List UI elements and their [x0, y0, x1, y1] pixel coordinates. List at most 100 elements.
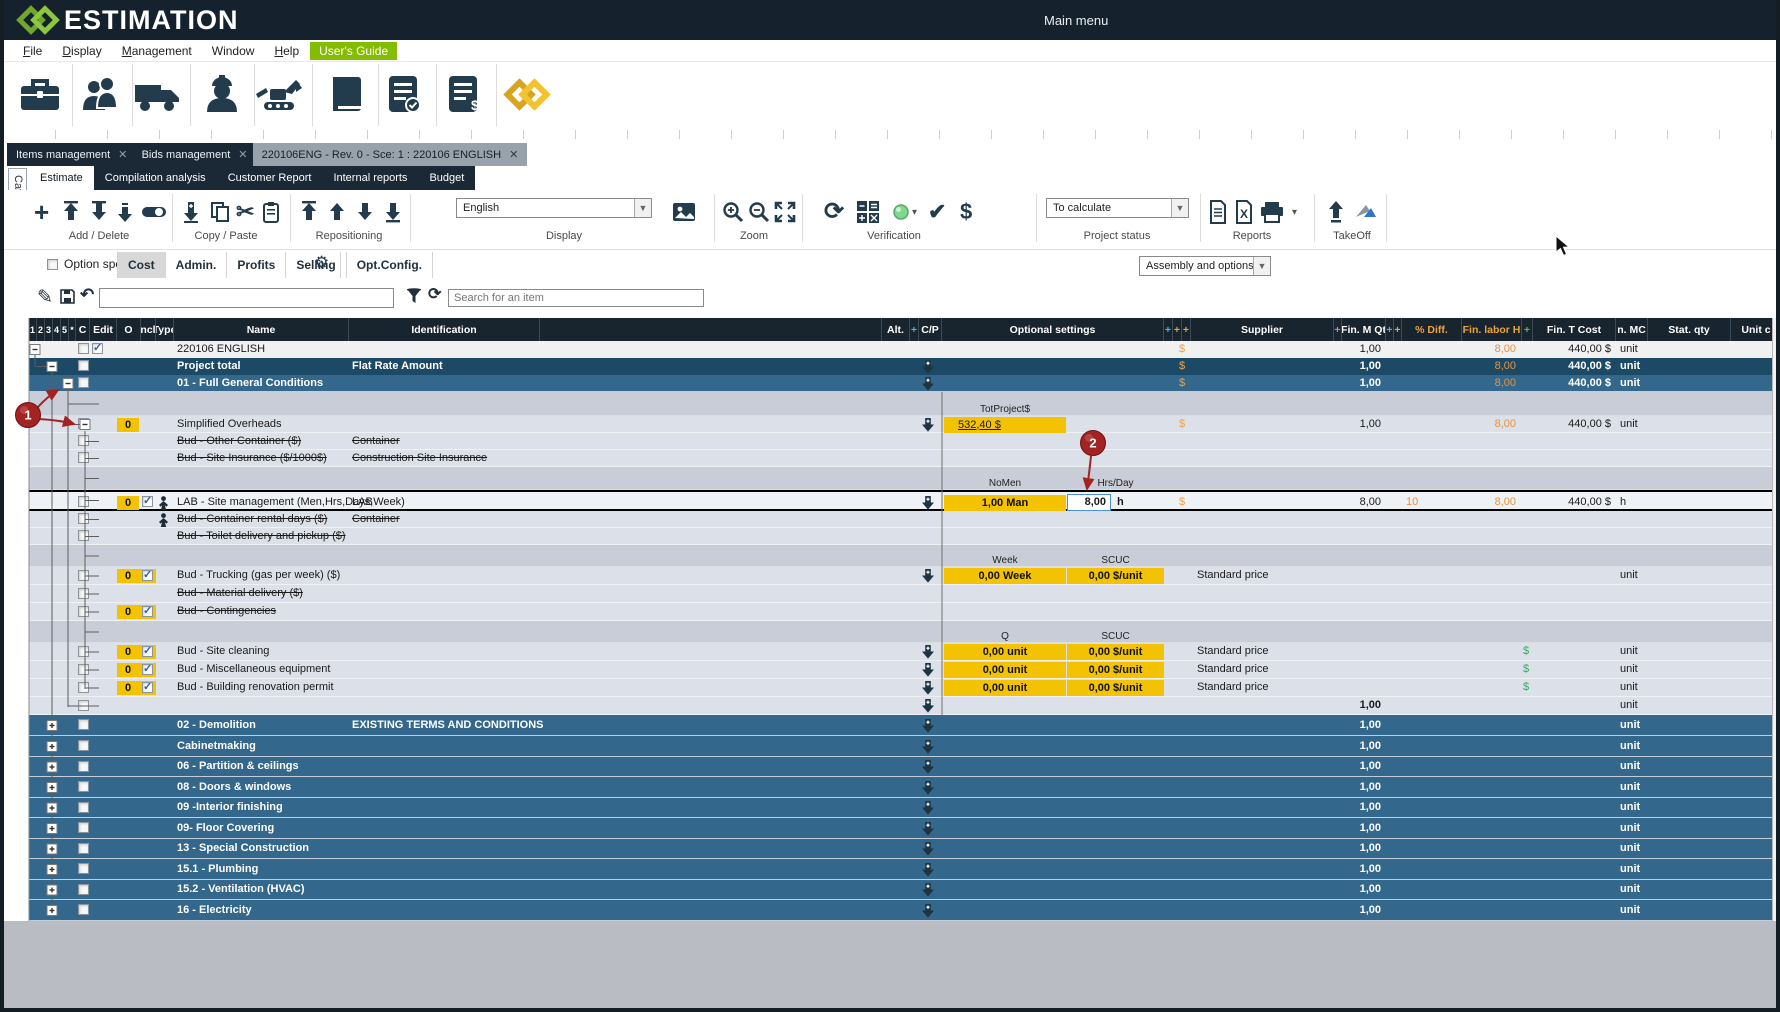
- copy-paste-arrow-icon[interactable]: [922, 801, 934, 815]
- item-name-cell[interactable]: Bud - Other Container ($): [177, 435, 301, 447]
- item-name-cell[interactable]: 15.1 - Plumbing: [177, 863, 258, 875]
- item-name-cell[interactable]: 220106 ENGLISH: [177, 343, 265, 355]
- calc-grid-button[interactable]: [856, 196, 880, 228]
- row-checkbox[interactable]: [78, 530, 89, 541]
- menu-user-s-guide[interactable]: User's Guide: [310, 42, 397, 60]
- column-header-+[interactable]: +: [1394, 318, 1402, 341]
- included-checkbox[interactable]: [142, 682, 153, 693]
- table-row[interactable]: Bud - Material delivery ($): [29, 585, 1772, 603]
- row-checkbox[interactable]: [78, 496, 89, 507]
- close-icon[interactable]: ✕: [118, 148, 127, 161]
- final-qty-cell[interactable]: 1,00: [1341, 760, 1381, 772]
- doc-tab-0[interactable]: Items management✕: [7, 143, 136, 166]
- unit-cell[interactable]: unit: [1620, 801, 1640, 813]
- row-checkbox[interactable]: [78, 646, 89, 657]
- search-input[interactable]: [448, 289, 704, 307]
- optional-setting-cell-1[interactable]: 532,40 $: [944, 417, 1066, 433]
- included-checkbox[interactable]: [142, 606, 153, 617]
- column-header-3[interactable]: 3: [45, 318, 53, 341]
- copy-paste-arrow-icon[interactable]: [922, 663, 934, 677]
- option-number-cell[interactable]: 0: [117, 645, 139, 659]
- brand-icon[interactable]: [499, 66, 555, 124]
- optional-setting-cell-1[interactable]: 1,00 Man: [944, 495, 1066, 511]
- table-row[interactable]: 01 - Full General Conditions$1,008,00440…: [29, 375, 1772, 392]
- column-header-2[interactable]: 2: [37, 318, 45, 341]
- filter-icon[interactable]: [406, 288, 422, 305]
- copy-paste-arrow-icon[interactable]: [922, 569, 934, 583]
- row-checkbox[interactable]: [78, 761, 89, 772]
- table-row[interactable]: 16 - Electricity1,00unit: [29, 900, 1772, 921]
- unit-cell[interactable]: unit: [1620, 343, 1638, 355]
- supplier-cell[interactable]: Standard price: [1197, 681, 1269, 693]
- optional-setting-cell-2[interactable]: 8,00: [1067, 494, 1111, 511]
- image-display-button[interactable]: [672, 196, 696, 228]
- cut-button[interactable]: ✂: [236, 196, 254, 228]
- table-row[interactable]: Bud - Container rental days ($)Container: [29, 511, 1772, 528]
- column-header-blank[interactable]: [540, 318, 882, 341]
- copy-paste-arrow-icon[interactable]: [922, 496, 934, 510]
- copy-paste-arrow-icon[interactable]: [922, 863, 934, 877]
- final-qty-cell[interactable]: 1,00: [1341, 377, 1381, 389]
- save-icon[interactable]: [60, 289, 75, 304]
- unit-cell[interactable]: unit: [1620, 418, 1638, 430]
- table-row[interactable]: 0Bud - Contingencies: [29, 603, 1772, 621]
- unit-cell[interactable]: unit: [1620, 377, 1640, 389]
- table-row[interactable]: 15.1 - Plumbing1,00unit: [29, 859, 1772, 880]
- final-total-cost-cell[interactable]: 440,00 $: [1541, 343, 1611, 355]
- tab-compilation-analysis[interactable]: Compilation analysis: [94, 166, 217, 190]
- move-bottom-button[interactable]: [384, 196, 402, 228]
- unit-cell[interactable]: h: [1620, 496, 1626, 508]
- toggle-item-button[interactable]: [142, 196, 166, 228]
- edit-checkbox[interactable]: [92, 343, 103, 354]
- paste-button[interactable]: [262, 196, 280, 228]
- row-checkbox[interactable]: [78, 606, 89, 617]
- table-row[interactable]: 06 - Partition & ceilings1,00unit: [29, 757, 1772, 777]
- row-checkbox[interactable]: [78, 781, 89, 792]
- copy-paste-arrow-icon[interactable]: [922, 842, 934, 856]
- item-name-cell[interactable]: Bud - Building renovation permit: [177, 681, 334, 693]
- option-special-box[interactable]: [47, 259, 58, 270]
- copy-paste-arrow-icon[interactable]: [922, 883, 934, 897]
- column-header-o[interactable]: O: [117, 318, 141, 341]
- row-checkbox[interactable]: [78, 418, 89, 429]
- copy-paste-arrow-icon[interactable]: [922, 418, 934, 432]
- supplier-cell[interactable]: Standard price: [1197, 663, 1269, 675]
- item-identification-cell[interactable]: LAB: [352, 496, 373, 508]
- table-row[interactable]: 220106 ENGLISH$1,008,00440,00 $unit: [29, 341, 1772, 358]
- final-labor-cell[interactable]: 8,00: [1466, 360, 1516, 372]
- assembly-options-dropdown[interactable]: Assembly and options▼: [1139, 256, 1271, 276]
- add-item-button[interactable]: +: [34, 196, 49, 228]
- table-row[interactable]: 0Bud - Trucking (gas per week) ($)0,00 W…: [29, 567, 1772, 585]
- gear-icon[interactable]: ⚙: [314, 253, 329, 273]
- option-number-cell[interactable]: 0: [117, 418, 139, 432]
- excavator-icon[interactable]: [252, 66, 308, 124]
- option-number-cell[interactable]: 0: [117, 605, 139, 619]
- table-row[interactable]: 0Bud - Site cleaning0,00 unit0,00 $/unit…: [29, 643, 1772, 661]
- add-above-button[interactable]: [62, 196, 80, 228]
- document-check-icon[interactable]: [376, 66, 432, 124]
- table-row[interactable]: 0Simplified Overheads532,40 $$1,008,0044…: [29, 416, 1772, 433]
- row-checkbox[interactable]: [78, 377, 89, 388]
- column-header-+[interactable]: +: [1182, 318, 1191, 341]
- copy-paste-arrow-icon[interactable]: [922, 681, 934, 695]
- column-header-edit[interactable]: Edit: [90, 318, 117, 341]
- item-edit-input[interactable]: [99, 288, 394, 308]
- table-row[interactable]: 0Bud - Miscellaneous equipment0,00 unit0…: [29, 661, 1772, 679]
- copy-paste-arrow-icon[interactable]: [922, 760, 934, 774]
- verify-cost-button[interactable]: $: [960, 196, 972, 228]
- final-total-cost-cell[interactable]: 440,00 $: [1541, 360, 1611, 372]
- menu-help[interactable]: Help: [265, 42, 308, 60]
- final-total-cost-cell[interactable]: 440,00 $: [1541, 496, 1611, 508]
- final-qty-cell[interactable]: 8,00: [1341, 496, 1381, 508]
- item-name-cell[interactable]: 13 - Special Construction: [177, 842, 309, 854]
- table-row[interactable]: Bud - Site Insurance ($/1000$)Constructi…: [29, 450, 1772, 467]
- table-row[interactable]: Cabinetmaking1,00unit: [29, 736, 1772, 757]
- copy-paste-arrow-icon[interactable]: [922, 904, 934, 918]
- row-checkbox[interactable]: [78, 822, 89, 833]
- column-header-type[interactable]: Type: [156, 318, 174, 341]
- row-checkbox[interactable]: [78, 435, 89, 446]
- tab-customer-report[interactable]: Customer Report: [217, 166, 323, 190]
- column-header-stat.-qty[interactable]: Stat. qty: [1648, 318, 1731, 341]
- item-name-cell[interactable]: 02 - Demolition: [177, 719, 256, 731]
- column-header-fin.-t-cost[interactable]: Fin. T Cost: [1533, 318, 1616, 341]
